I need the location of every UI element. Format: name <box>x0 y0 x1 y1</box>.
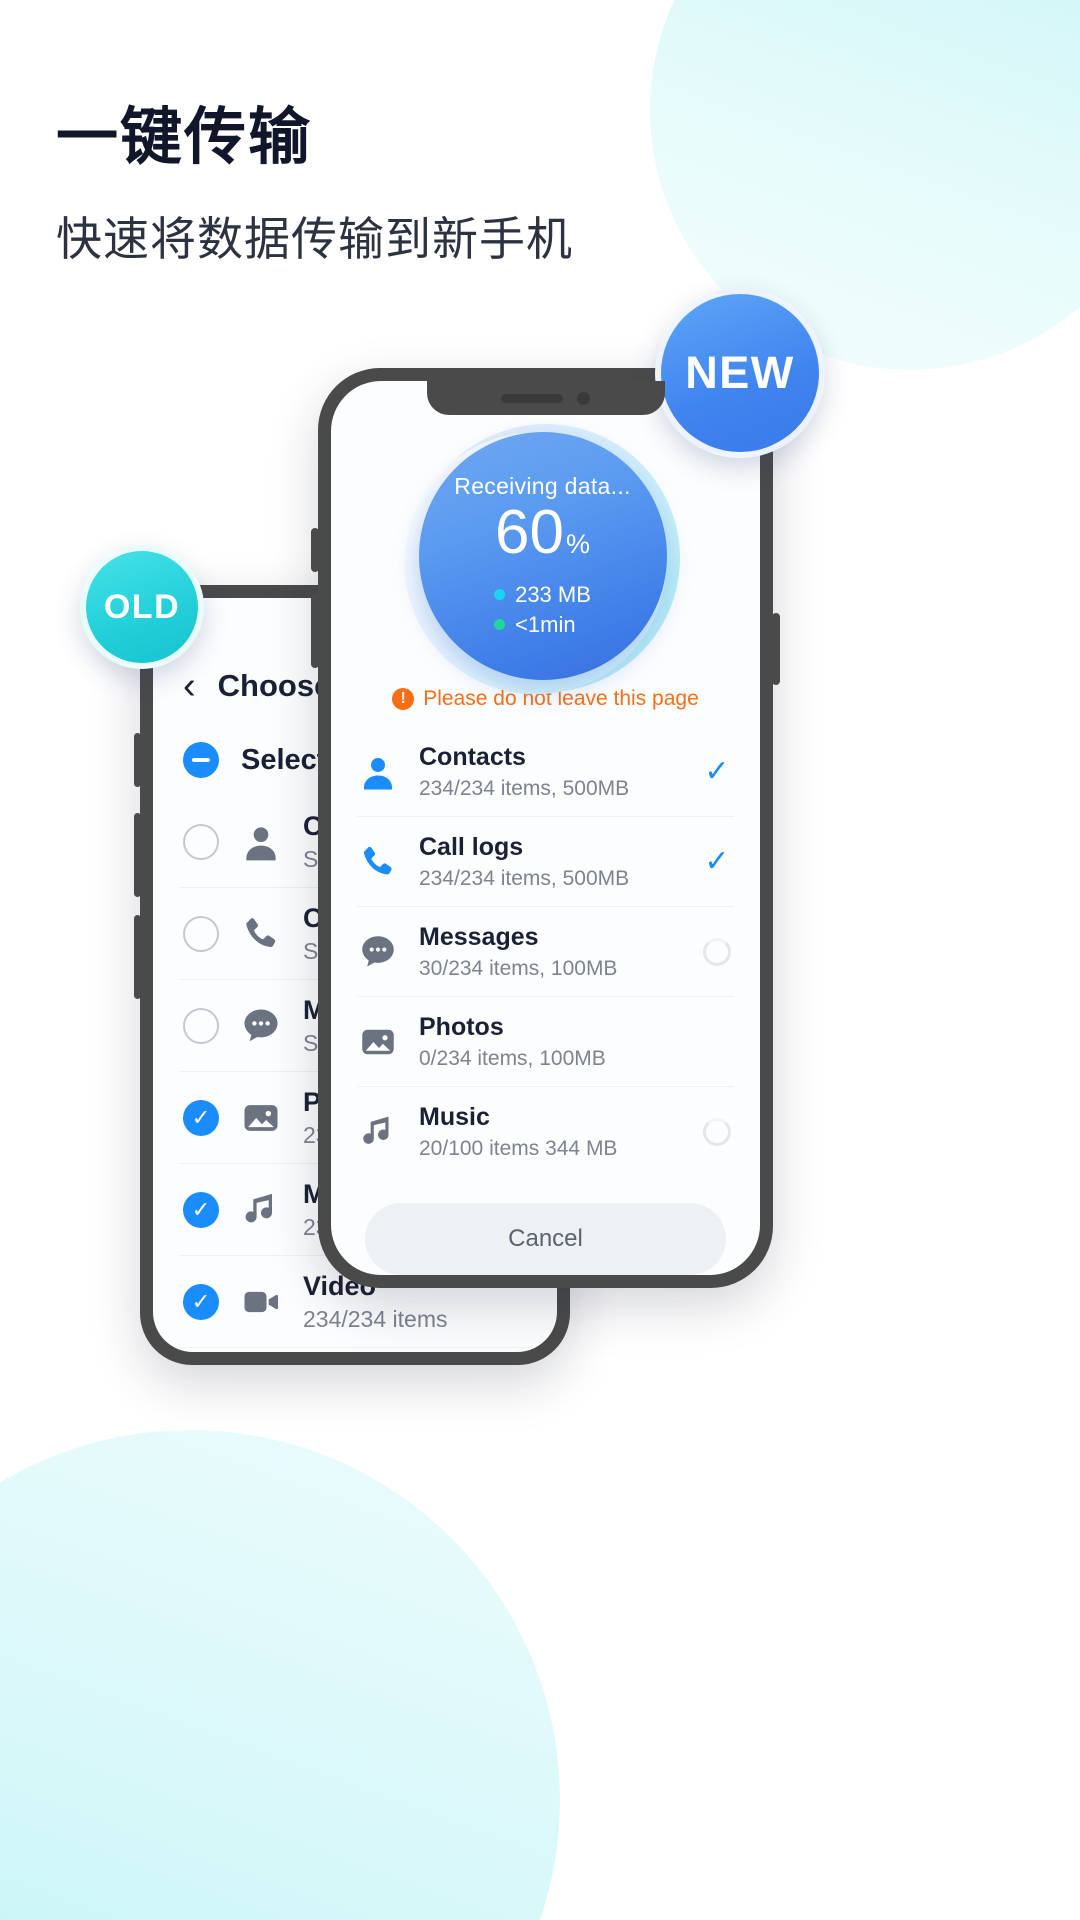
transfer-list-item[interactable]: Music 20/100 items 344 MB <box>357 1087 734 1177</box>
transfer-list-item[interactable]: Messages 30/234 items, 100MB <box>357 907 734 997</box>
photos-icon <box>239 1096 283 1140</box>
check-icon: ✓ <box>191 1288 211 1314</box>
contacts-icon <box>357 751 399 793</box>
page-subtitle: 快速将数据传输到新手机 <box>56 213 573 265</box>
page-title: 一键传输 <box>56 103 313 172</box>
transfer-item-name: Photos <box>419 1012 504 1041</box>
transfer-item-status: ✓ <box>700 845 734 879</box>
progress-stats: 233 MB <1min <box>494 580 591 639</box>
photos-icon <box>357 1021 399 1063</box>
transfer-item-name: Music <box>419 1103 490 1131</box>
new-phone-content: Receiving data... 60 % 233 MB <1min ! Pl… <box>331 381 760 1275</box>
progress-label: Receiving data... <box>454 472 631 499</box>
transfer-item-name: Contacts <box>419 742 526 771</box>
transfer-item-sub: 0/234 items, 100MB <box>419 1046 606 1070</box>
progress-percent-symbol: % <box>565 528 590 559</box>
old-list-item[interactable]: ✓App234/234 items <box>179 1348 531 1352</box>
loading-spinner-icon <box>703 1118 731 1146</box>
earpiece-speaker-icon <box>501 393 563 403</box>
call-logs-icon <box>239 912 283 956</box>
progress-percent-group: 60 % <box>495 497 590 567</box>
transfer-item-status: ✓ <box>700 755 734 789</box>
decorative-blob-bottom-left <box>0 1430 560 1920</box>
music-icon <box>357 1111 399 1153</box>
contacts-icon <box>239 820 283 864</box>
transfer-list-item[interactable]: Call logs 234/234 items, 500MB ✓ <box>357 817 734 907</box>
new-phone-side-button-volume[interactable] <box>311 594 319 668</box>
messages-icon <box>357 931 399 973</box>
video-icon <box>239 1280 283 1324</box>
badge-new: NEW <box>655 288 825 458</box>
back-chevron-icon[interactable]: ‹ <box>183 667 196 705</box>
transfer-item-status <box>700 1025 734 1059</box>
size-stat-dot-icon <box>494 589 506 601</box>
progress-size-stat: 233 MB <box>494 580 591 610</box>
cancel-button-container: Cancel <box>331 1177 760 1275</box>
transfer-item-status <box>700 1115 734 1149</box>
old-phone-side-button-volume-down[interactable] <box>134 915 141 999</box>
new-phone-side-button-mute[interactable] <box>311 528 319 572</box>
cancel-button[interactable]: Cancel <box>365 1203 726 1275</box>
select-all-checkbox[interactable] <box>183 742 219 778</box>
size-stat-value: 233 MB <box>515 581 591 607</box>
progress-time-stat: <1min <box>494 610 591 640</box>
phone-notch <box>426 381 665 415</box>
messages-icon <box>239 1004 283 1048</box>
item-checkbox[interactable] <box>183 1007 219 1044</box>
transfer-item-sub: 234/234 items, 500MB <box>419 866 630 890</box>
item-checkbox[interactable]: ✓ <box>183 1283 219 1320</box>
loading-spinner-icon <box>703 937 731 966</box>
item-checkbox[interactable]: ✓ <box>183 1099 219 1136</box>
time-stat-value: <1min <box>515 611 576 637</box>
item-checkbox[interactable] <box>183 823 219 860</box>
music-icon <box>239 1188 283 1232</box>
transfer-list-item[interactable]: Photos 0/234 items, 100MB <box>357 997 734 1087</box>
badge-old: OLD <box>80 545 204 669</box>
transfer-item-name: Messages <box>419 922 539 951</box>
time-stat-dot-icon <box>494 618 506 630</box>
check-icon: ✓ <box>191 1104 211 1130</box>
check-icon: ✓ <box>704 844 730 878</box>
transfer-item-name: Call logs <box>419 832 524 861</box>
front-camera-icon <box>577 391 590 405</box>
minus-icon <box>192 758 210 762</box>
old-phone-side-button-mute[interactable] <box>134 733 141 787</box>
check-icon: ✓ <box>704 754 730 788</box>
transfer-item-sub: 234/234 items, 500MB <box>419 776 630 800</box>
new-phone-device: Receiving data... 60 % 233 MB <1min ! Pl… <box>311 368 780 1288</box>
transfer-item-status <box>700 935 734 969</box>
new-phone-screen: Receiving data... 60 % 233 MB <1min ! Pl… <box>331 381 760 1275</box>
screenshot-root: 一键传输 快速将数据传输到新手机 0 ‹ Choose items Select… <box>0 0 1080 1920</box>
transfer-item-sub: 30/234 items, 100MB <box>419 956 618 980</box>
call-logs-icon <box>357 841 399 883</box>
new-phone-side-button-power[interactable] <box>772 613 780 685</box>
old-phone-side-button-volume-up[interactable] <box>134 813 141 897</box>
progress-circle: Receiving data... 60 % 233 MB <1min <box>418 432 667 680</box>
transfer-item-sub: 20/100 items 344 MB <box>419 1137 618 1160</box>
progress-section: Receiving data... 60 % 233 MB <1min <box>331 402 760 714</box>
transfer-list-item[interactable]: Contacts 234/234 items, 500MB ✓ <box>357 727 734 817</box>
check-icon: ✓ <box>191 1196 211 1222</box>
old-item-sub: 234/234 items <box>303 1305 448 1332</box>
progress-percent-value: 60 <box>495 497 564 567</box>
transfer-item-list: Contacts 234/234 items, 500MB ✓ Call logs 23… <box>331 727 760 1177</box>
item-checkbox[interactable] <box>183 915 219 952</box>
item-checkbox[interactable]: ✓ <box>183 1191 219 1228</box>
